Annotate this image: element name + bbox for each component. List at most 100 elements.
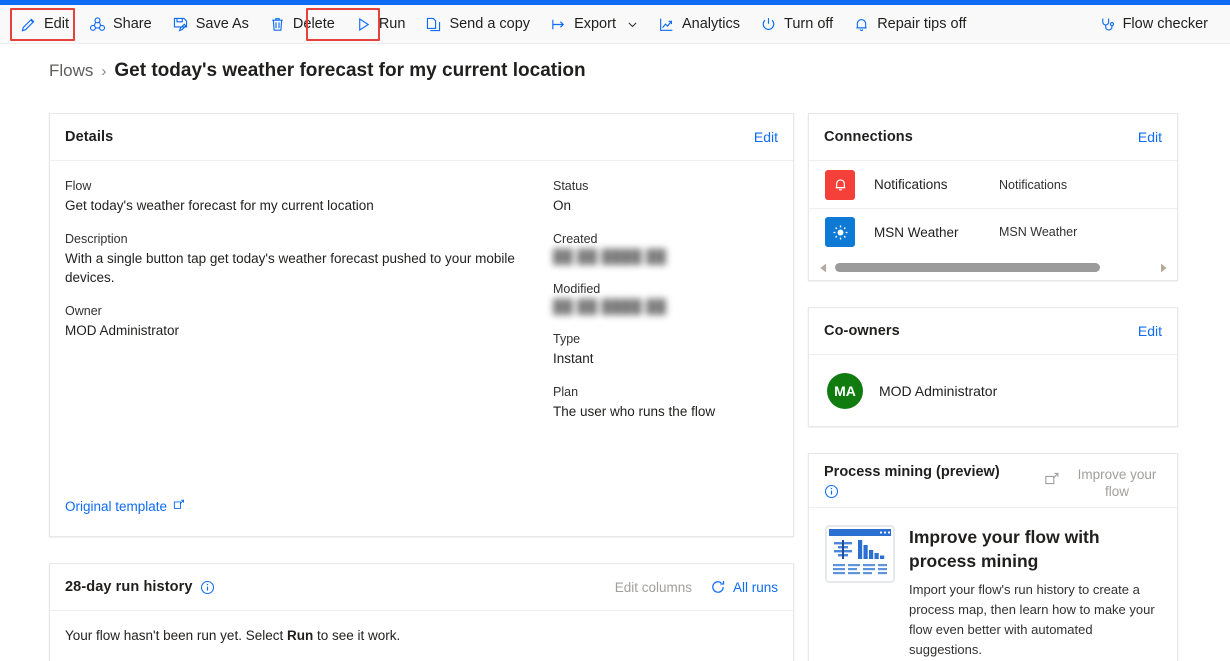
left-column: Details Edit Flow Get today's weather fo…: [49, 113, 794, 661]
process-mining-body-text: Import your flow's run history to create…: [909, 582, 1155, 657]
details-card-title: Details: [65, 129, 114, 145]
edit-columns-button[interactable]: Edit columns: [615, 580, 692, 595]
connection-row[interactable]: MSN Weather MSN Weather: [809, 208, 1177, 255]
detail-description-label: Description: [65, 232, 128, 246]
detail-plan: Plan The user who runs the flow: [553, 385, 783, 421]
connections-edit-link[interactable]: Edit: [1138, 129, 1162, 145]
power-icon: [760, 16, 777, 33]
analytics-button[interactable]: Analytics: [648, 9, 750, 39]
detail-plan-value: The user who runs the flow: [553, 404, 716, 419]
turn-off-button-label: Turn off: [784, 16, 834, 32]
play-icon: [355, 16, 372, 33]
detail-owner-label: Owner: [65, 304, 102, 318]
export-button[interactable]: Export: [540, 9, 648, 39]
detail-created: Created ██ ██ ████ ██: [553, 232, 783, 264]
coowners-list: MA MOD Administrator: [809, 355, 1177, 426]
detail-description: Description With a single button tap get…: [65, 232, 550, 287]
repair-tips-button-label: Repair tips off: [877, 16, 967, 32]
command-bar-right-group: Flow checker: [1089, 5, 1230, 43]
send-a-copy-button[interactable]: Send a copy: [415, 9, 540, 39]
connections-horizontal-scrollbar[interactable]: [809, 255, 1177, 280]
command-bar-left-group: Edit Share Save As Delete Run Send a cop…: [0, 5, 976, 43]
notifications-connector-icon: [825, 169, 855, 200]
turn-off-button[interactable]: Turn off: [750, 9, 843, 39]
avatar: MA: [827, 372, 863, 409]
process-mining-actions: Improve your flow: [1044, 463, 1162, 500]
run-history-title: 28-day run history: [65, 579, 193, 595]
detail-description-value: With a single button tap get today's wea…: [65, 251, 515, 285]
msn-weather-connector-icon: [825, 217, 855, 247]
scroll-right-arrow-icon[interactable]: [1157, 263, 1169, 273]
detail-plan-label: Plan: [553, 385, 579, 399]
edit-button[interactable]: Edit: [10, 9, 79, 39]
connections-card-header: Connections Edit: [809, 114, 1177, 161]
process-mining-heading: Improve your flow with process mining: [909, 527, 1100, 571]
right-column: Connections Edit Notifications Notificat…: [808, 113, 1178, 661]
original-template-label: Original template: [65, 499, 168, 514]
detail-modified: Modified ██ ██ ████ ██: [553, 282, 783, 314]
external-link-icon: [1044, 472, 1060, 488]
scrollbar-thumb[interactable]: [835, 263, 1101, 272]
run-history-actions: Edit columns All runs: [615, 579, 778, 595]
coowners-card: Co-owners Edit MA MOD Administrator: [808, 307, 1178, 427]
send-a-copy-button-label: Send a copy: [449, 16, 531, 32]
coowners-edit-link[interactable]: Edit: [1138, 323, 1162, 339]
repair-tips-button[interactable]: Repair tips off: [843, 9, 976, 39]
coowner-name: MOD Administrator: [879, 382, 998, 399]
save-as-button-label: Save As: [195, 16, 249, 32]
process-mining-text: Improve your flow with process mining Im…: [909, 525, 1161, 660]
share-button-label: Share: [113, 16, 152, 32]
export-button-label: Export: [574, 16, 616, 32]
connections-card: Connections Edit Notifications Notificat…: [808, 113, 1178, 281]
details-card-body: Flow Get today's weather forecast for my…: [50, 161, 793, 536]
detail-created-label: Created: [553, 232, 598, 246]
detail-flow: Flow Get today's weather forecast for my…: [65, 179, 550, 215]
stethoscope-icon: [1099, 16, 1116, 33]
detail-status-value: On: [553, 198, 572, 213]
empty-suffix: to see it work.: [313, 628, 401, 643]
copy-icon: [425, 16, 442, 33]
share-button[interactable]: Share: [79, 9, 162, 39]
improve-your-flow-link[interactable]: Improve your flow: [1072, 466, 1162, 500]
delete-button[interactable]: Delete: [259, 9, 345, 39]
info-icon[interactable]: [824, 484, 839, 499]
flow-checker-button-label: Flow checker: [1122, 16, 1208, 32]
detail-created-value: ██ ██ ████ ██: [553, 249, 667, 264]
details-column-right: Status On Created ██ ██ ████ ██ Modified…: [553, 179, 783, 438]
run-button[interactable]: Run: [345, 9, 416, 39]
connection-row[interactable]: Notifications Notifications: [809, 161, 1177, 208]
breadcrumb-flows-link[interactable]: Flows: [49, 61, 93, 81]
detail-flow-value: Get today's weather forecast for my curr…: [65, 198, 374, 213]
share-icon: [89, 16, 106, 33]
breadcrumb-separator: ›: [101, 62, 107, 80]
bell-icon: [853, 16, 870, 33]
detail-owner: Owner MOD Administrator: [65, 304, 550, 340]
original-template-link[interactable]: Original template: [65, 499, 185, 514]
scrollbar-track[interactable]: [835, 263, 1151, 272]
save-as-button[interactable]: Save As: [162, 9, 259, 39]
edit-button-label: Edit: [44, 16, 69, 32]
export-icon: [550, 16, 567, 33]
flow-checker-button[interactable]: Flow checker: [1089, 9, 1218, 39]
info-icon[interactable]: [200, 580, 215, 595]
process-mining-card-body: Improve your flow with process mining Im…: [809, 508, 1177, 661]
process-mining-dashboard-illustration: [825, 525, 895, 583]
run-history-body: Your flow hasn't been run yet. Select Ru…: [50, 611, 793, 661]
all-runs-button[interactable]: All runs: [710, 579, 778, 595]
trash-icon: [269, 16, 286, 33]
connections-list: Notifications Notifications MSN Weather …: [809, 161, 1177, 280]
process-mining-title-group: Process mining (preview): [824, 463, 1014, 499]
details-edit-link[interactable]: Edit: [754, 129, 778, 145]
empty-prefix: Your flow hasn't been run yet. Select: [65, 628, 287, 643]
detail-modified-label: Modified: [553, 282, 601, 296]
connection-account: MSN Weather: [999, 225, 1078, 239]
analytics-button-label: Analytics: [681, 16, 741, 32]
details-column-left: Flow Get today's weather forecast for my…: [65, 179, 550, 357]
scroll-left-arrow-icon[interactable]: [817, 263, 829, 273]
connections-card-title: Connections: [824, 129, 913, 145]
refresh-icon: [710, 579, 726, 595]
run-history-card: 28-day run history Edit columns All runs…: [49, 563, 794, 661]
detail-status: Status On: [553, 179, 783, 215]
all-runs-label: All runs: [732, 579, 778, 595]
external-link-icon: [173, 499, 185, 514]
